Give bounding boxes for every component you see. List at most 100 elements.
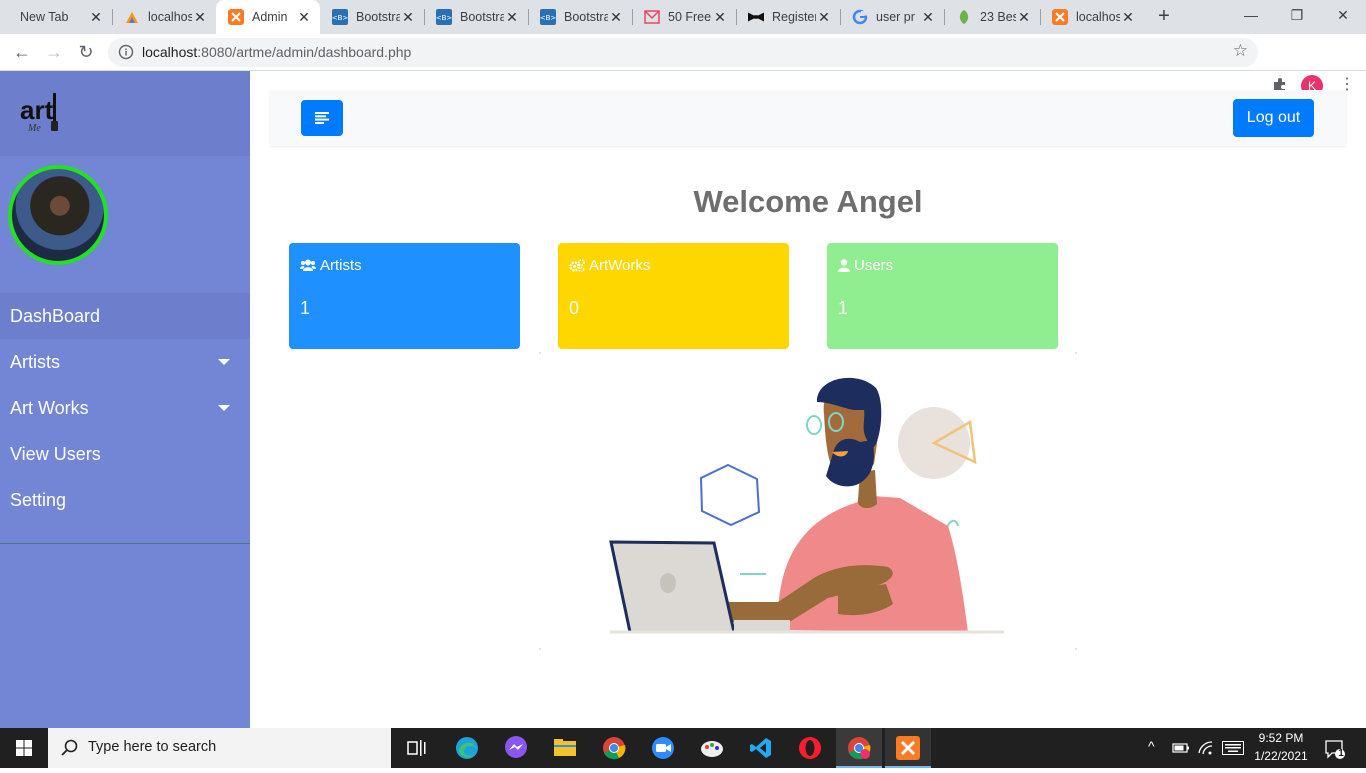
tab-title: user pr xyxy=(876,10,915,24)
opera-icon[interactable] xyxy=(798,736,822,760)
maximize-button[interactable]: ❐ xyxy=(1274,0,1320,32)
browser-tab[interactable]: <B> Bootstrap ✕ xyxy=(424,0,528,34)
sidebar-toggle-button[interactable] xyxy=(301,100,343,136)
close-window-button[interactable]: ✕ xyxy=(1320,0,1366,32)
logout-button[interactable]: Log out xyxy=(1233,99,1314,137)
chrome-icon xyxy=(848,737,871,760)
user-avatar[interactable] xyxy=(8,165,108,265)
caret-down-icon[interactable] xyxy=(218,405,230,411)
browser-tab[interactable]: New Tab ✕ xyxy=(0,0,112,34)
svg-text:<B>: <B> xyxy=(436,14,452,22)
xampp-icon xyxy=(896,736,920,760)
taskbar-search-box[interactable]: Type here to search xyxy=(48,728,391,768)
address-bar[interactable]: localhost:8080/artme/admin/dashboard.php… xyxy=(108,38,1258,67)
browser-tab[interactable]: localhost ✕ xyxy=(1040,0,1144,34)
clock-time[interactable]: 9:52 PM xyxy=(1252,731,1310,745)
notification-count: 1 xyxy=(1338,748,1344,759)
art-logo[interactable]: art Me xyxy=(20,91,64,135)
tab-close-icon[interactable]: ✕ xyxy=(400,9,416,26)
sidebar-item-art-works[interactable]: Art Works xyxy=(0,385,250,431)
file-explorer-icon[interactable] xyxy=(553,736,577,760)
tab-close-icon[interactable]: ✕ xyxy=(816,9,832,26)
url-host: localhost xyxy=(142,44,198,60)
browser-tab[interactable]: <B> Bootstrap ✕ xyxy=(320,0,424,34)
browser-tab[interactable]: <B> Bootstrap ✕ xyxy=(528,0,632,34)
forward-button[interactable]: → xyxy=(40,38,68,66)
artworks-card[interactable]: ArtWorks 0 xyxy=(558,243,789,349)
browser-tab[interactable]: user pr ✕ xyxy=(840,0,944,34)
sidebar-item-label: View Users xyxy=(10,444,101,464)
tab-title: localhost xyxy=(1076,10,1120,24)
tab-title: Bootstrap xyxy=(564,10,608,24)
align-left-icon xyxy=(315,112,329,124)
cogs-icon xyxy=(569,259,585,272)
bootstrap-icon: <B> xyxy=(332,9,348,25)
tab-close-icon[interactable]: ✕ xyxy=(608,9,624,26)
tab-close-icon[interactable]: ✕ xyxy=(504,9,520,26)
back-button[interactable]: ← xyxy=(8,38,36,66)
tray-chevron-up-icon[interactable]: ^ xyxy=(1148,738,1155,754)
windows-taskbar: Type here to search ^ 9:52 PM 1/22/2021 … xyxy=(0,728,1366,768)
search-placeholder: Type here to search xyxy=(88,739,217,755)
sidebar-divider xyxy=(0,543,250,544)
leaf-icon xyxy=(956,9,972,25)
windows-start-button[interactable] xyxy=(0,728,48,768)
xampp-taskbar-item[interactable] xyxy=(885,728,931,768)
edge-browser-icon[interactable] xyxy=(455,736,479,760)
tab-close-icon[interactable]: ✕ xyxy=(1120,9,1136,26)
tab-close-icon[interactable]: ✕ xyxy=(920,9,936,26)
sidebar-item-setting[interactable]: Setting xyxy=(0,477,250,523)
zoom-icon[interactable] xyxy=(651,736,675,760)
vscode-icon[interactable] xyxy=(749,736,773,760)
welcome-heading: Welcome Angel xyxy=(693,184,923,219)
minimize-button[interactable]: — xyxy=(1228,0,1274,32)
tab-close-icon[interactable]: ✕ xyxy=(296,9,312,26)
browser-tab[interactable]: 23 Best ✕ xyxy=(944,0,1040,34)
browser-tab[interactable]: Register ✕ xyxy=(736,0,840,34)
artists-card[interactable]: Artists 1 xyxy=(289,243,520,349)
tab-title: 23 Best xyxy=(980,10,1016,24)
card-label: Users xyxy=(854,257,894,274)
browser-tab[interactable]: 50 Free ✕ xyxy=(632,0,736,34)
tab-title: 50 Free xyxy=(668,10,712,24)
sidebar-item-artists[interactable]: Artists xyxy=(0,339,250,385)
sidebar-item-dashboard[interactable]: DashBoard xyxy=(0,293,250,339)
tab-close-icon[interactable]: ✕ xyxy=(192,9,208,26)
battery-icon[interactable] xyxy=(1172,741,1190,755)
chrome-active-taskbar-item[interactable] xyxy=(836,728,882,768)
sidebar-item-view-users[interactable]: View Users xyxy=(0,431,250,477)
users-icon xyxy=(300,259,316,271)
svg-text:<B>: <B> xyxy=(332,14,348,22)
users-card[interactable]: Users 1 xyxy=(827,243,1058,349)
url-text[interactable]: localhost:8080/artme/admin/dashboard.php xyxy=(142,44,411,60)
bootstrap-icon: <B> xyxy=(540,9,556,25)
browser-tab-active[interactable]: Admin ✕ xyxy=(216,0,320,34)
card-count: 1 xyxy=(838,298,849,318)
sidebar-item-label: DashBoard xyxy=(10,306,101,326)
sidebar-item-label: Setting xyxy=(10,490,67,510)
caret-down-icon[interactable] xyxy=(218,359,230,365)
bowtie-icon xyxy=(748,9,764,25)
tab-title: Register xyxy=(772,10,816,24)
tab-title: New Tab xyxy=(20,10,69,24)
messenger-icon[interactable] xyxy=(504,736,528,760)
tab-close-icon[interactable]: ✕ xyxy=(88,9,104,26)
search-icon xyxy=(61,739,78,756)
reload-button[interactable]: ↻ xyxy=(72,38,100,66)
keyboard-icon[interactable] xyxy=(1222,741,1244,755)
browser-tab[interactable]: localhost ✕ xyxy=(112,0,216,34)
task-view-icon[interactable] xyxy=(405,736,429,760)
card-count: 1 xyxy=(300,298,311,318)
chrome-icon[interactable] xyxy=(602,736,626,760)
new-tab-button[interactable]: + xyxy=(1152,5,1176,29)
clock-date[interactable]: 1/22/2021 xyxy=(1250,749,1312,763)
card-header: Users xyxy=(838,257,893,274)
tab-close-icon[interactable]: ✕ xyxy=(712,9,728,26)
card-count: 0 xyxy=(569,298,580,318)
wifi-icon[interactable] xyxy=(1198,740,1214,756)
tab-title: Admin xyxy=(252,10,288,24)
bookmark-star-icon[interactable]: ☆ xyxy=(1233,41,1248,61)
info-icon[interactable] xyxy=(118,44,134,60)
tab-close-icon[interactable]: ✕ xyxy=(1016,9,1032,26)
paint-icon[interactable] xyxy=(700,736,724,760)
